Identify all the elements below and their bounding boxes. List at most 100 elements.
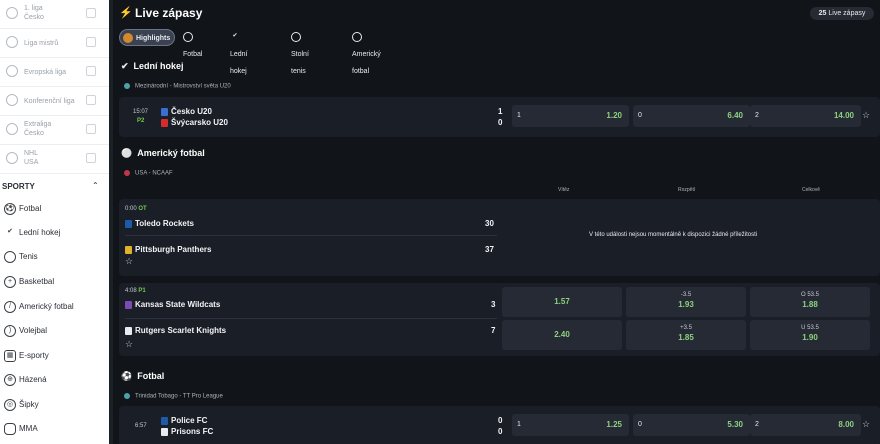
favorite-star-icon[interactable]: ☆	[862, 110, 870, 121]
league-item[interactable]: Liga mistrů	[0, 29, 109, 58]
jersey-icon	[161, 118, 168, 127]
sport-item-hazena[interactable]: ⊕ Házená	[0, 371, 109, 389]
filter-fotbal[interactable]: Fotbal	[183, 29, 202, 58]
hockey-stick-icon: ✔	[121, 61, 129, 71]
odds-value: 1.90	[802, 333, 818, 342]
league-item[interactable]: Extraliga Česko	[0, 116, 109, 145]
filter-stolni-tenis[interactable]: Stolní tenis	[291, 29, 309, 75]
odds-button-away-spread[interactable]: +3.5 1.85	[626, 320, 746, 350]
team-name: Pittsburgh Panthers	[135, 245, 212, 254]
odds-button-away-winner[interactable]: 2.40	[502, 320, 622, 350]
match-time: 6:57	[135, 423, 147, 429]
team-name: Švýcarsko U20	[171, 118, 228, 127]
match-clock: 6:57	[135, 423, 147, 429]
odds-value: 8.00	[838, 420, 854, 429]
filter-americky-fotbal[interactable]: Americký fotbal	[352, 29, 381, 75]
odds-label: 2	[755, 112, 759, 119]
football-icon	[6, 36, 18, 48]
match-card-kansas-rutgers[interactable]: 4:08 P1 Kansas State Wildcats 3 Rutgers …	[119, 283, 880, 356]
match-card-football[interactable]: 6:57 Police FC Prisons FC 0 0 1 1.25 0 5.3…	[119, 406, 880, 444]
match-card-hockey[interactable]: 15:07 P2 Česko U20 Švýcarsko U20 1 0 1 1.…	[119, 97, 880, 137]
odds-button-home[interactable]: 1 1.20	[512, 105, 629, 127]
section-title-label: Lední hokej	[133, 61, 184, 71]
score-away: 37	[485, 245, 494, 254]
football-icon	[6, 7, 18, 19]
league-item[interactable]: Konferenční liga	[0, 87, 109, 116]
league-item[interactable]: NHL USA	[0, 145, 109, 174]
odds-button-home-spread[interactable]: -3.5 1.93	[626, 287, 746, 317]
live-matches-button[interactable]: 25 Live zápasy	[810, 7, 874, 20]
filter-label: Fotbal	[183, 51, 203, 58]
header: ⚡ Live zápasy 25 Live zápasy	[113, 0, 880, 26]
league-name: NHL	[24, 150, 39, 157]
odds-button-away-total[interactable]: U 53.5 1.90	[750, 320, 870, 350]
tennis-ball-icon	[4, 251, 16, 263]
sport-item-e-sporty[interactable]: ▦ E-sporty	[0, 347, 109, 365]
live-label: Live zápasy	[828, 10, 866, 17]
live-count: 25	[818, 10, 827, 17]
tournament-label: USA - NCAAF	[124, 170, 173, 177]
odds-value: 1.57	[554, 297, 570, 306]
odds-button-home-total[interactable]: O 53.5 1.88	[750, 287, 870, 317]
sports-heading-label: SPORTY	[2, 182, 35, 191]
no-odds-notice: V této události nejsou momentálně k disp…	[589, 232, 758, 238]
american-football-icon: ⚪	[121, 148, 133, 158]
glove-icon	[4, 423, 16, 435]
sport-item-mma[interactable]: MMA	[0, 420, 109, 438]
football-icon	[6, 94, 18, 106]
match-period: P2	[137, 118, 144, 124]
sport-label: MMA	[19, 424, 38, 433]
sport-label: Americký fotbal	[19, 302, 74, 311]
sports-heading[interactable]: SPORTY ⌃	[0, 180, 109, 194]
sport-item-sipky[interactable]: ◎ Šipky	[0, 396, 109, 414]
match-card-toledo-pittsburgh[interactable]: 0:00 OT Toledo Rockets 30 Pittsburgh Pan…	[119, 199, 880, 276]
filter-highlights[interactable]: Highlights	[119, 29, 175, 46]
tournament-name: Mezinárodní - Mistrovství světa U20	[135, 83, 231, 90]
favorite-star-icon[interactable]: ☆	[125, 256, 133, 267]
odds-button-away[interactable]: 2 8.00	[750, 414, 861, 436]
odds-button-home-winner[interactable]: 1.57	[502, 287, 622, 317]
sport-item-volejbal[interactable]: ) Volejbal	[0, 322, 109, 340]
sport-item-tenis[interactable]: Tenis	[0, 248, 109, 266]
sport-item-fotbal[interactable]: ⚽ Fotbal	[0, 200, 109, 218]
league-checkbox[interactable]	[86, 124, 96, 134]
league-checkbox[interactable]	[86, 66, 96, 76]
odds-value: 2.40	[554, 330, 570, 339]
american-football-icon	[352, 32, 362, 43]
period-label: P2	[137, 118, 145, 124]
sport-item-basketbal[interactable]: + Basketbal	[0, 273, 109, 291]
table-tennis-icon	[291, 32, 301, 43]
sport-item-americky-fotbal[interactable]: / Americký fotbal	[0, 298, 109, 316]
favorite-star-icon[interactable]: ☆	[125, 339, 133, 350]
score-home: 0	[498, 416, 503, 425]
odds-button-draw[interactable]: 0 5.30	[633, 414, 750, 436]
league-checkbox[interactable]	[86, 37, 96, 47]
odds-button-home[interactable]: 1 1.25	[512, 414, 629, 436]
odds-value: 1.25	[606, 420, 622, 429]
league-country: USA	[24, 159, 39, 166]
lightning-icon: ⚡	[119, 7, 133, 19]
sidebar: 1. liga Česko Liga mistrů Evropská liga K…	[0, 0, 109, 444]
team-name: Prisons FC	[171, 427, 214, 436]
sport-item-ledni-hokej[interactable]: ✔ Lední hokej	[0, 224, 109, 242]
american-football-icon: /	[4, 301, 16, 313]
team-home: Toledo Rockets	[125, 219, 194, 228]
score-away: 7	[491, 326, 496, 335]
league-checkbox[interactable]	[86, 8, 96, 18]
team-name: Toledo Rockets	[135, 219, 194, 228]
row-divider	[125, 318, 497, 319]
odds-button-away[interactable]: 2 14.00	[750, 105, 861, 127]
league-item[interactable]: Evropská liga	[0, 58, 109, 87]
league-checkbox[interactable]	[86, 95, 96, 105]
favorite-star-icon[interactable]: ☆	[862, 419, 870, 430]
tournament-label: Trinidad Tobago - TT Pro League	[124, 393, 223, 400]
football-icon	[6, 65, 18, 77]
league-item[interactable]: 1. liga Česko	[0, 0, 109, 29]
filter-ledni-hokej[interactable]: ✔ Lední hokej	[230, 29, 248, 75]
globe-icon	[124, 83, 130, 89]
section-title-label: Fotbal	[137, 371, 165, 381]
league-checkbox[interactable]	[86, 153, 96, 163]
hockey-stick-icon: ✔	[232, 33, 238, 40]
odds-button-draw[interactable]: 0 6.40	[633, 105, 750, 127]
flame-icon	[123, 33, 133, 44]
